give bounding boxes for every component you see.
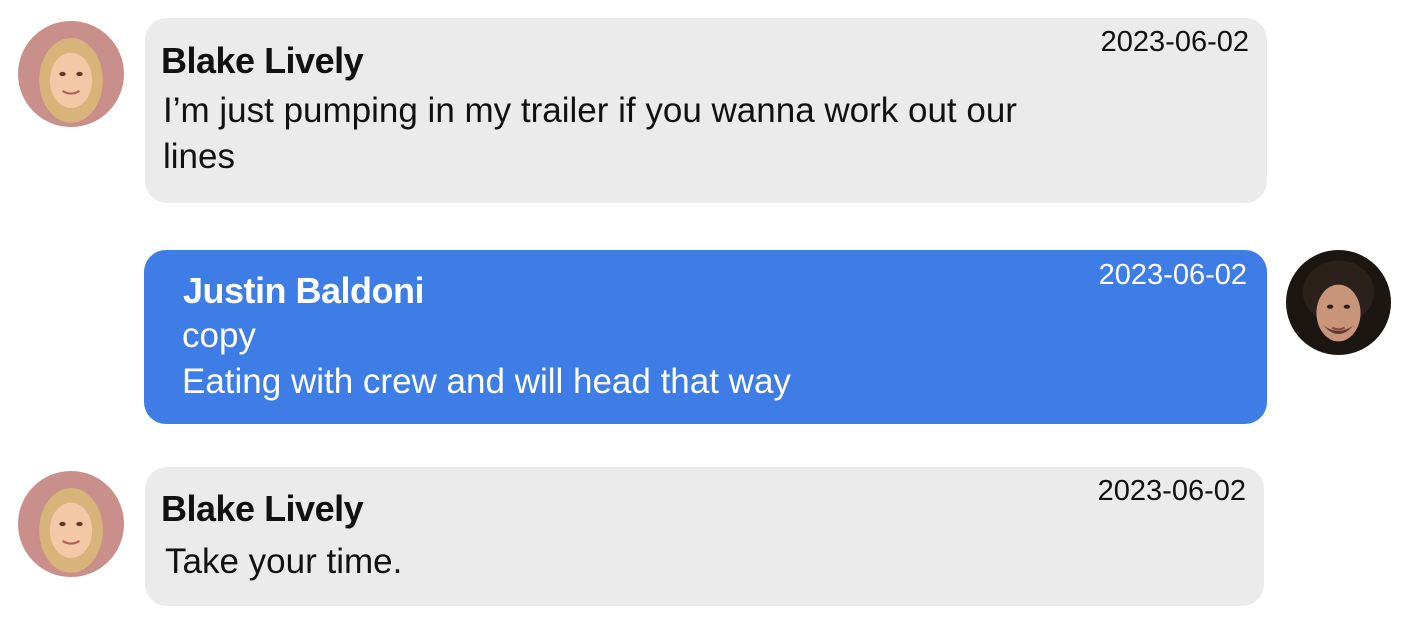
message-text: copy Eating with crew and will head that… (182, 313, 791, 405)
message-line: I’m just pumping in my trailer if you wa… (163, 91, 1017, 130)
message-line: copy (182, 316, 256, 355)
message-sender: Justin Baldoni (183, 270, 425, 311)
message-bubble[interactable]: Justin Baldoni 2023-06-02 copy Eating wi… (144, 250, 1267, 424)
sender-avatar[interactable] (18, 471, 124, 577)
message-sender: Blake Lively (161, 40, 364, 81)
sender-avatar[interactable] (1286, 250, 1391, 355)
message-bubble[interactable]: Blake Lively 2023-06-02 Take your time. (145, 467, 1264, 606)
blonde-woman-avatar-icon (18, 471, 124, 577)
message-sender: Blake Lively (161, 488, 364, 529)
message-line: lines (163, 137, 235, 176)
message-text: Take your time. (165, 539, 402, 585)
message-timestamp: 2023-06-02 (1100, 26, 1249, 58)
blonde-woman-avatar-icon (18, 21, 124, 127)
dark-haired-man-avatar-icon (1286, 250, 1391, 355)
message-line: Eating with crew and will head that way (182, 362, 791, 401)
sender-avatar[interactable] (18, 21, 124, 127)
message-timestamp: 2023-06-02 (1098, 259, 1247, 291)
message-text: I’m just pumping in my trailer if you wa… (163, 88, 1017, 180)
message-timestamp: 2023-06-02 (1097, 475, 1246, 507)
message-line: Take your time. (165, 542, 403, 581)
message-bubble[interactable]: Blake Lively 2023-06-02 I’m just pumping… (145, 18, 1267, 203)
